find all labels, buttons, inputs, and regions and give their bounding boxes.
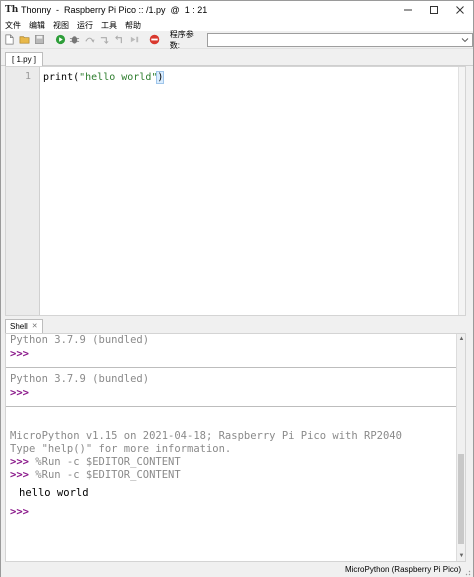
menu-run[interactable]: 运行: [73, 20, 97, 31]
status-bar: MicroPython (Raspberry Pi Pico): [1, 563, 473, 577]
run-icon: [55, 34, 65, 45]
shell-line: MicroPython v1.15 on 2021-04-18; Raspber…: [10, 430, 402, 442]
stop-button[interactable]: [149, 34, 161, 46]
shell-separator: [6, 367, 456, 368]
toolbar: 程序参数:: [1, 29, 473, 50]
code-string-literal: "hello world": [79, 72, 158, 83]
menu-bar: 文件 编辑 视图 运行 工具 帮助: [1, 19, 473, 31]
thonny-window: Th Thonny - Raspberry Pi Pico :: /1.py @…: [0, 0, 474, 577]
scroll-down-icon[interactable]: ▼: [458, 552, 465, 560]
title-bar: Th Thonny - Raspberry Pi Pico :: /1.py @…: [1, 1, 473, 19]
step-into-button[interactable]: [99, 34, 111, 46]
save-file-button[interactable]: [34, 34, 46, 46]
shell-line: Type "help()" for more information.: [10, 443, 232, 455]
close-tab-icon[interactable]: ✕: [32, 320, 38, 333]
line-number-gutter: 1: [6, 67, 40, 315]
code-editor[interactable]: 1 print("hello world"): [5, 66, 466, 316]
shell-line: Python 3.7.9 (bundled): [10, 373, 150, 385]
resize-grip-icon[interactable]: [463, 568, 471, 576]
close-icon: [456, 6, 464, 14]
editor-tab-1py[interactable]: [ 1.py ]: [5, 52, 44, 66]
step-out-button[interactable]: [113, 34, 125, 46]
debug-button[interactable]: [69, 34, 81, 46]
editor-tab-bar: [ 1.py ]: [1, 50, 473, 66]
shell-run-command: >>> %Run -c $EDITOR_CONTENT: [10, 456, 181, 468]
debug-icon: [70, 36, 80, 44]
shell-output: hello world: [19, 487, 89, 499]
maximize-button[interactable]: [421, 1, 447, 19]
close-button[interactable]: [447, 1, 473, 19]
shell-prompt: >>>: [10, 469, 29, 481]
code-function-call: print(: [43, 72, 80, 83]
menu-tools[interactable]: 工具: [97, 20, 121, 31]
step-over-icon: [85, 37, 95, 43]
minimize-button[interactable]: [395, 1, 421, 19]
open-folder-icon: [19, 36, 30, 44]
step-over-button[interactable]: [84, 34, 96, 46]
resume-icon: [130, 36, 138, 43]
shell-command-text: %Run -c $EDITOR_CONTENT: [35, 469, 181, 481]
shell-command-text: %Run -c $EDITOR_CONTENT: [35, 456, 181, 468]
window-controls: [395, 1, 473, 19]
menu-help[interactable]: 帮助: [121, 20, 145, 31]
shell-line: Python 3.7.9 (bundled): [10, 334, 150, 346]
chevron-down-icon: [461, 37, 469, 42]
shell-console[interactable]: Python 3.7.9 (bundled) >>> Python 3.7.9 …: [5, 333, 466, 562]
line-number: 1: [24, 71, 31, 82]
shell-tab-bar: Shell ✕: [1, 319, 473, 333]
scroll-thumb[interactable]: [458, 454, 464, 544]
interpreter-selector[interactable]: MicroPython (Raspberry Pi Pico): [345, 565, 461, 574]
run-button[interactable]: [54, 34, 66, 46]
editor-scrollbar[interactable]: [458, 67, 465, 315]
stop-icon: [150, 34, 160, 45]
minimize-icon: [404, 9, 412, 11]
shell-tab-label: Shell: [10, 322, 28, 331]
shell-prompt: >>>: [10, 348, 29, 360]
scroll-up-icon[interactable]: ▲: [458, 335, 465, 343]
program-args-combobox[interactable]: [207, 32, 473, 47]
shell-prompt: >>>: [10, 456, 29, 468]
step-out-icon: [115, 35, 122, 44]
menu-edit[interactable]: 编辑: [25, 20, 49, 31]
shell-prompt: >>>: [10, 387, 29, 399]
new-file-icon: [5, 34, 14, 45]
shell-run-command: >>> %Run -c $EDITOR_CONTENT: [10, 469, 181, 481]
maximize-icon: [430, 6, 438, 14]
shell-separator: [6, 406, 456, 407]
shell-tab[interactable]: Shell ✕: [5, 319, 43, 333]
code-line[interactable]: print("hello world"): [43, 71, 165, 84]
shell-prompt: >>>: [10, 506, 29, 518]
text-caret: [163, 71, 165, 82]
program-args-label: 程序参数:: [169, 29, 194, 50]
thonny-app-icon: Th: [5, 4, 19, 15]
window-title: Thonny - Raspberry Pi Pico :: /1.py @ 1 …: [21, 5, 208, 15]
new-file-button[interactable]: [4, 34, 16, 46]
save-icon: [35, 35, 44, 44]
resume-button[interactable]: [128, 34, 140, 46]
menu-view[interactable]: 视图: [49, 20, 73, 31]
step-into-icon: [100, 37, 109, 44]
menu-file[interactable]: 文件: [1, 20, 25, 31]
open-file-button[interactable]: [19, 34, 31, 46]
shell-scrollbar[interactable]: ▲ ▼: [456, 334, 465, 561]
